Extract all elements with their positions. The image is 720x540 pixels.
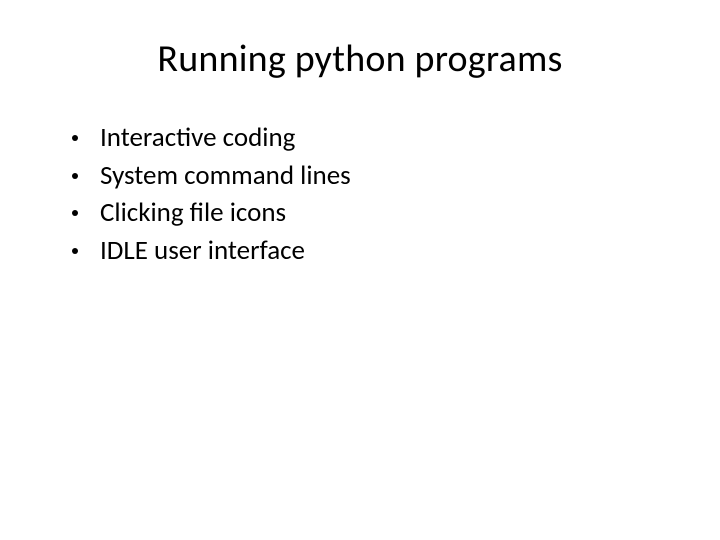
bullet-icon <box>72 135 78 141</box>
slide-container: Running python programs Interactive codi… <box>0 0 720 540</box>
bullet-text: Clicking file icons <box>100 195 660 231</box>
bullet-icon <box>72 248 78 254</box>
list-item: Interactive coding <box>72 120 660 156</box>
bullet-list: Interactive coding System command lines … <box>60 120 660 269</box>
list-item: IDLE user interface <box>72 233 660 269</box>
bullet-text: System command lines <box>100 158 660 194</box>
bullet-icon <box>72 210 78 216</box>
list-item: Clicking file icons <box>72 195 660 231</box>
list-item: System command lines <box>72 158 660 194</box>
bullet-text: Interactive coding <box>100 120 660 156</box>
slide-title: Running python programs <box>60 36 660 82</box>
bullet-icon <box>72 173 78 179</box>
bullet-text: IDLE user interface <box>100 233 660 269</box>
